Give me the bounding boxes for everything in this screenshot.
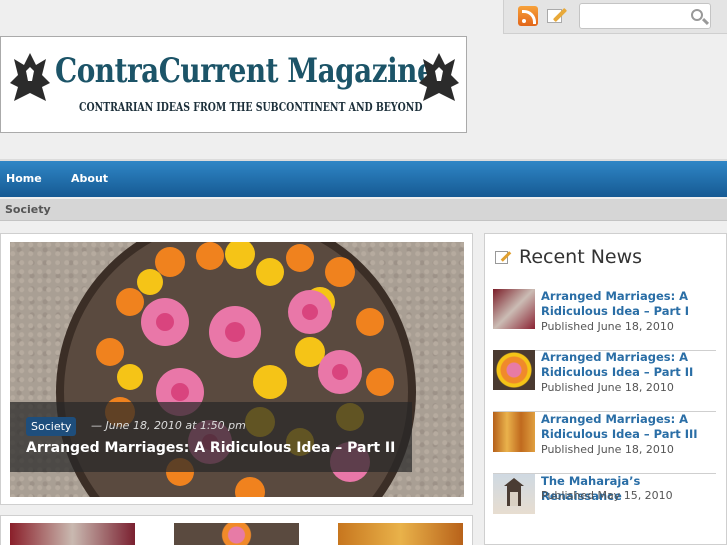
- wolf-logo-icon: [419, 53, 459, 101]
- news-date: Published June 18, 2010: [541, 320, 674, 333]
- main-nav: Home About: [0, 159, 727, 197]
- featured-post: Society — June 18, 2010 at 1:50 pm Arran…: [0, 233, 473, 505]
- search-box: [579, 3, 711, 29]
- widget-title: Recent News: [519, 246, 643, 268]
- news-thumbnail[interactable]: [493, 350, 535, 390]
- post-thumbnails: [0, 515, 473, 545]
- news-title[interactable]: Arranged Marriages: A Ridiculous Idea – …: [541, 412, 711, 442]
- news-title[interactable]: Arranged Marriages: A Ridiculous Idea – …: [541, 350, 711, 380]
- note-icon: [495, 249, 512, 265]
- site-tagline: CONTRARIAN IDEAS FROM THE SUBCONTINENT A…: [79, 100, 423, 114]
- breadcrumb-current: Society: [5, 203, 51, 216]
- news-title[interactable]: Arranged Marriages: A Ridiculous Idea – …: [541, 289, 711, 319]
- category-badge[interactable]: Society: [26, 417, 77, 436]
- wolf-logo-icon: [10, 53, 50, 101]
- search-input[interactable]: [584, 5, 684, 27]
- site-logo[interactable]: ContraCurrent Magazine CONTRARIAN IDEAS …: [0, 36, 467, 133]
- breadcrumb: Society: [0, 199, 727, 221]
- site-title: ContraCurrent Magazine: [55, 51, 435, 91]
- recent-news-widget: Recent News Arranged Marriages: A Ridicu…: [484, 233, 727, 545]
- list-item[interactable]: Arranged Marriages: A Ridiculous Idea – …: [493, 412, 716, 474]
- search-icon[interactable]: [691, 9, 703, 21]
- list-item[interactable]: The Maharaja’s Renaissance Published May…: [493, 474, 716, 522]
- featured-caption: Society — June 18, 2010 at 1:50 pm Arran…: [10, 402, 412, 472]
- list-item[interactable]: Arranged Marriages: A Ridiculous Idea – …: [493, 289, 716, 351]
- widget-heading: Recent News: [495, 246, 642, 268]
- news-thumbnail[interactable]: [493, 289, 535, 329]
- news-date: Published June 18, 2010: [541, 443, 674, 456]
- rss-icon[interactable]: [518, 6, 538, 26]
- nav-item-about[interactable]: About: [71, 172, 108, 185]
- nav-item-home[interactable]: Home: [6, 172, 42, 185]
- thumbnail[interactable]: [10, 523, 135, 545]
- edit-icon[interactable]: [546, 5, 568, 25]
- news-thumbnail[interactable]: [493, 474, 535, 514]
- news-date: Published May 15, 2010: [541, 489, 673, 502]
- news-date: Published June 18, 2010: [541, 381, 674, 394]
- news-thumbnail[interactable]: [493, 412, 535, 452]
- list-item[interactable]: Arranged Marriages: A Ridiculous Idea – …: [493, 350, 716, 412]
- featured-headline[interactable]: Arranged Marriages: A Ridiculous Idea – …: [26, 440, 395, 456]
- thumbnail[interactable]: [338, 523, 463, 545]
- thumbnail[interactable]: [174, 523, 299, 545]
- utility-bar: [503, 0, 727, 34]
- post-date: — June 18, 2010 at 1:50 pm: [91, 419, 246, 432]
